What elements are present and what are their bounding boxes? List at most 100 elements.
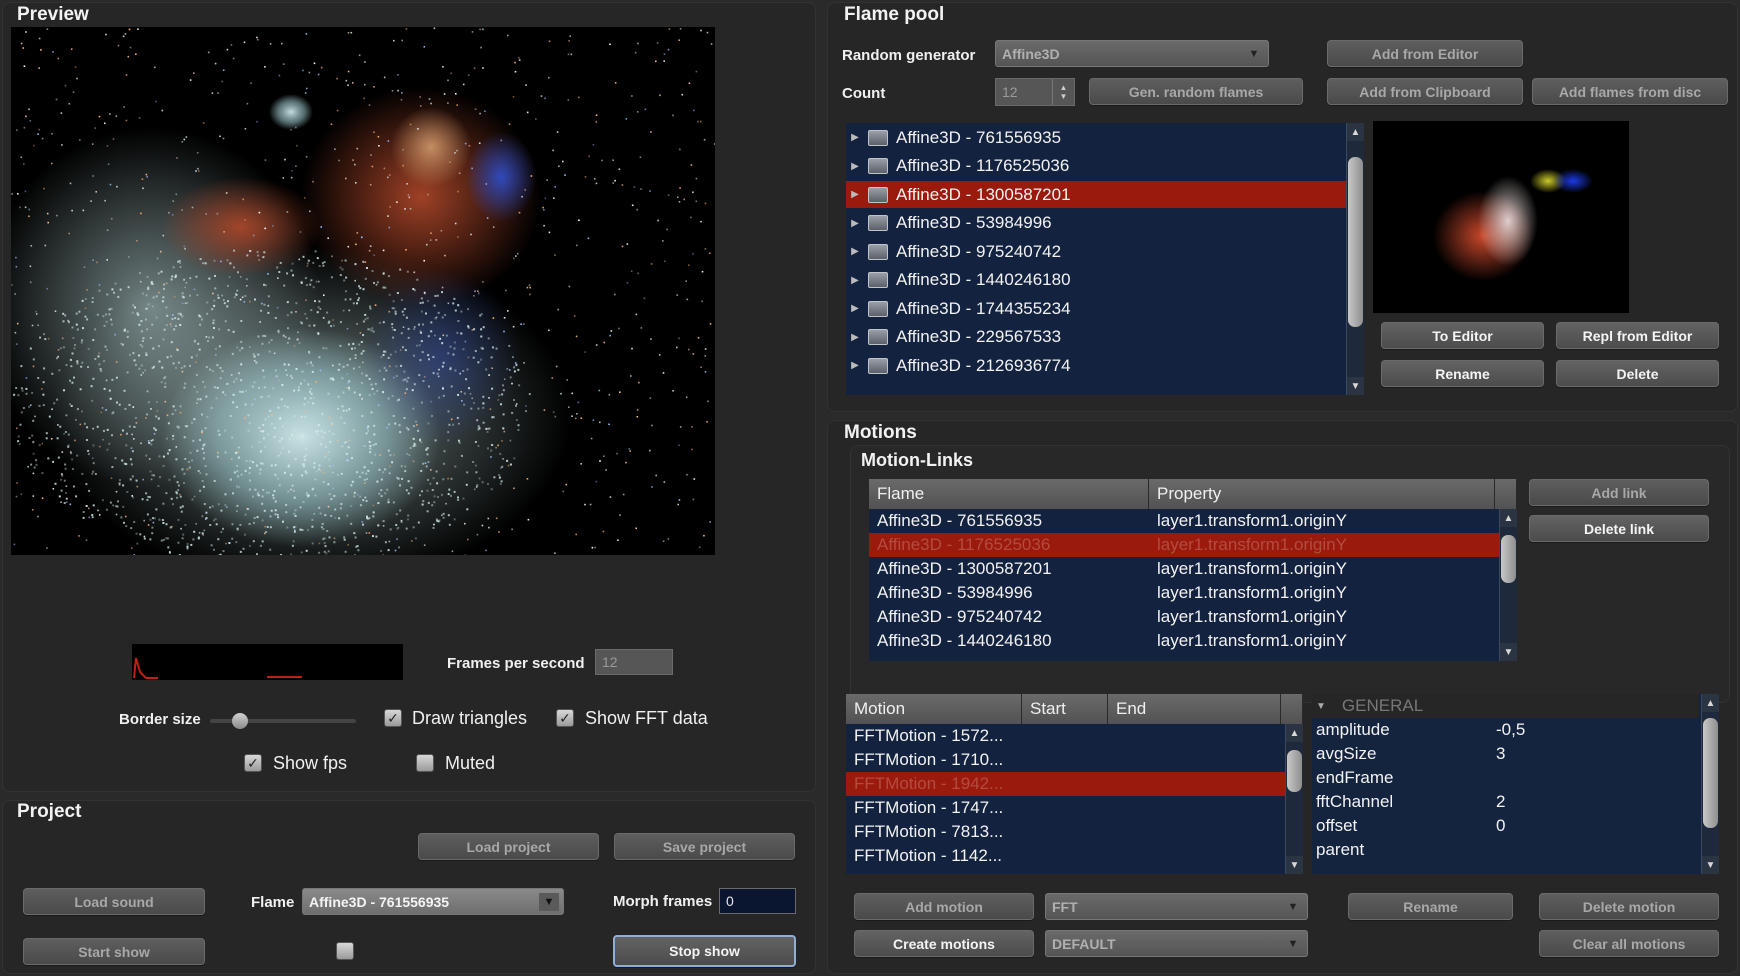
show-fft-checkbox[interactable]: ✓ bbox=[556, 709, 574, 727]
motion-scrollbar[interactable]: ▲ ▼ bbox=[1285, 724, 1303, 874]
flame-pool-list[interactable]: ▶ Affine3D - 761556935 ▶ Affine3D - 1176525… bbox=[846, 123, 1364, 395]
morph-frames-field[interactable]: 0 bbox=[719, 888, 796, 914]
collapse-triangle-icon[interactable]: ▼ bbox=[1316, 701, 1326, 712]
motion-row[interactable]: FFTMotion - 1747... bbox=[846, 796, 1285, 820]
scroll-thumb[interactable] bbox=[1287, 750, 1302, 792]
motion-link-row[interactable]: Affine3D - 1440246180 layer1.transform1.o… bbox=[869, 629, 1499, 653]
project-checkbox[interactable] bbox=[336, 942, 354, 960]
motion-row[interactable]: FFTMotion - 1572... bbox=[846, 724, 1285, 748]
scroll-thumb[interactable] bbox=[1501, 535, 1516, 583]
property-value[interactable]: 0 bbox=[1496, 816, 1505, 836]
motion-header-motion[interactable]: Motion bbox=[846, 694, 1022, 724]
expand-triangle-icon[interactable]: ▶ bbox=[846, 218, 864, 229]
flame-list-item[interactable]: ▶ Affine3D - 1744355234 bbox=[846, 295, 1346, 322]
show-fps-checkbox[interactable]: ✓ bbox=[244, 754, 262, 772]
property-scrollbar[interactable]: ▲ ▼ bbox=[1701, 694, 1719, 874]
start-show-button[interactable]: Start show bbox=[23, 938, 205, 965]
delete-motion-button[interactable]: Delete motion bbox=[1539, 893, 1719, 920]
expand-triangle-icon[interactable]: ▶ bbox=[846, 189, 864, 200]
flame-list-item[interactable]: ▶ Affine3D - 229567533 bbox=[846, 324, 1346, 351]
scroll-down-icon[interactable]: ▼ bbox=[1702, 856, 1719, 874]
clear-all-motions-button[interactable]: Clear all motions bbox=[1539, 930, 1719, 957]
add-link-button[interactable]: Add link bbox=[1529, 479, 1709, 506]
gen-random-flames-button[interactable]: Gen. random flames bbox=[1089, 78, 1303, 105]
border-size-slider[interactable] bbox=[210, 713, 356, 729]
motion-link-row[interactable]: Affine3D - 53984996 layer1.transform1.ori… bbox=[869, 581, 1499, 605]
create-mode-select[interactable]: DEFAULT ▼ bbox=[1045, 930, 1308, 957]
scroll-thumb[interactable] bbox=[1703, 718, 1718, 828]
load-project-button[interactable]: Load project bbox=[418, 833, 599, 860]
scroll-up-icon[interactable]: ▲ bbox=[1500, 509, 1517, 527]
property-row[interactable]: offset 0 bbox=[1312, 814, 1699, 838]
motion-link-row[interactable]: Affine3D - 1176525036 layer1.transform1.o… bbox=[869, 533, 1499, 557]
scroll-down-icon[interactable]: ▼ bbox=[1500, 643, 1517, 661]
property-row[interactable]: amplitude -0,5 bbox=[1312, 718, 1699, 742]
flame-list-item[interactable]: ▶ Affine3D - 2126936774 bbox=[846, 352, 1346, 379]
add-motion-button[interactable]: Add motion bbox=[854, 893, 1034, 920]
property-row[interactable]: fftChannel 2 bbox=[1312, 790, 1699, 814]
scroll-down-icon[interactable]: ▼ bbox=[1347, 377, 1364, 395]
expand-triangle-icon[interactable]: ▶ bbox=[846, 360, 864, 371]
motion-header-end[interactable]: End bbox=[1108, 694, 1281, 724]
expand-triangle-icon[interactable]: ▶ bbox=[846, 161, 864, 172]
flame-list-item[interactable]: ▶ Affine3D - 761556935 bbox=[846, 124, 1346, 151]
repl-from-editor-button[interactable]: Repl from Editor bbox=[1556, 322, 1719, 349]
motion-link-row[interactable]: Affine3D - 761556935 layer1.transform1.or… bbox=[869, 509, 1499, 533]
motion-list[interactable]: FFTMotion - 1572... FFTMotion - 1710... FF… bbox=[846, 724, 1303, 874]
flame-list-item[interactable]: ▶ Affine3D - 1176525036 bbox=[846, 153, 1346, 180]
motion-link-row[interactable]: Affine3D - 1300587201 layer1.transform1.o… bbox=[869, 557, 1499, 581]
property-value[interactable]: -0,5 bbox=[1496, 720, 1525, 740]
expand-triangle-icon[interactable]: ▶ bbox=[846, 332, 864, 343]
motion-row[interactable]: FFTMotion - 1710... bbox=[846, 748, 1285, 772]
muted-checkbox[interactable] bbox=[416, 754, 434, 772]
property-sheet[interactable]: ▼ GENERAL amplitude -0,5 avgSize 3 endFrame f… bbox=[1312, 694, 1719, 874]
flame-list-item[interactable]: ▶ Affine3D - 1440246180 bbox=[846, 267, 1346, 294]
scroll-up-icon[interactable]: ▲ bbox=[1286, 724, 1303, 742]
motion-link-row[interactable]: Affine3D - 975240742 layer1.transform1.or… bbox=[869, 605, 1499, 629]
fps-field[interactable]: 12 bbox=[595, 649, 673, 675]
rename-flame-button[interactable]: Rename bbox=[1381, 360, 1544, 387]
scroll-down-icon[interactable]: ▼ bbox=[1286, 856, 1303, 874]
motion-row[interactable]: FFTMotion - 1142... bbox=[846, 844, 1285, 868]
stop-show-button[interactable]: Stop show bbox=[613, 935, 796, 967]
count-field[interactable]: 12 ▲ ▼ bbox=[995, 78, 1075, 106]
add-from-editor-button[interactable]: Add from Editor bbox=[1327, 40, 1523, 67]
property-row[interactable]: parent bbox=[1312, 838, 1699, 862]
add-flames-from-disc-button[interactable]: Add flames from disc bbox=[1532, 78, 1728, 105]
scroll-thumb[interactable] bbox=[1348, 157, 1363, 327]
motion-header-start[interactable]: Start bbox=[1022, 694, 1108, 724]
add-from-clipboard-button[interactable]: Add from Clipboard bbox=[1327, 78, 1523, 105]
load-sound-button[interactable]: Load sound bbox=[23, 888, 205, 915]
motion-row[interactable]: FFTMotion - 1942... bbox=[846, 772, 1285, 796]
flame-list-scrollbar[interactable]: ▲ ▼ bbox=[1346, 123, 1364, 395]
property-row[interactable]: endFrame bbox=[1312, 766, 1699, 790]
links-scrollbar[interactable]: ▲ ▼ bbox=[1499, 509, 1517, 661]
scroll-up-icon[interactable]: ▲ bbox=[1702, 694, 1719, 712]
motion-links-list[interactable]: Affine3D - 761556935 layer1.transform1.or… bbox=[869, 509, 1517, 661]
property-value[interactable]: 2 bbox=[1496, 792, 1505, 812]
motion-row[interactable]: FFTMotion - 7813... bbox=[846, 820, 1285, 844]
save-project-button[interactable]: Save project bbox=[614, 833, 795, 860]
rename-motion-button[interactable]: Rename bbox=[1348, 893, 1513, 920]
motion-type-select[interactable]: FFT ▼ bbox=[1045, 893, 1308, 920]
general-group-header[interactable]: ▼ GENERAL bbox=[1312, 694, 1699, 718]
property-value[interactable]: 3 bbox=[1496, 744, 1505, 764]
draw-triangles-checkbox[interactable]: ✓ bbox=[384, 709, 402, 727]
random-generator-select[interactable]: Affine3D ▼ bbox=[995, 40, 1269, 67]
expand-triangle-icon[interactable]: ▶ bbox=[846, 246, 864, 257]
expand-triangle-icon[interactable]: ▶ bbox=[846, 132, 864, 143]
create-motions-button[interactable]: Create motions bbox=[854, 930, 1034, 957]
flame-select[interactable]: Affine3D - 761556935 ▼ bbox=[302, 888, 564, 915]
to-editor-button[interactable]: To Editor bbox=[1381, 322, 1544, 349]
spinner-arrows-icon[interactable]: ▲ ▼ bbox=[1052, 79, 1074, 105]
delete-flame-button[interactable]: Delete bbox=[1556, 360, 1719, 387]
expand-triangle-icon[interactable]: ▶ bbox=[846, 303, 864, 314]
links-header-property[interactable]: Property bbox=[1149, 479, 1495, 509]
scroll-up-icon[interactable]: ▲ bbox=[1347, 123, 1364, 141]
links-header-flame[interactable]: Flame bbox=[869, 479, 1149, 509]
delete-link-button[interactable]: Delete link bbox=[1529, 515, 1709, 542]
flame-list-item[interactable]: ▶ Affine3D - 53984996 bbox=[846, 210, 1346, 237]
flame-list-item[interactable]: ▶ Affine3D - 975240742 bbox=[846, 238, 1346, 265]
flame-list-item[interactable]: ▶ Affine3D - 1300587201 bbox=[846, 181, 1346, 208]
expand-triangle-icon[interactable]: ▶ bbox=[846, 275, 864, 286]
